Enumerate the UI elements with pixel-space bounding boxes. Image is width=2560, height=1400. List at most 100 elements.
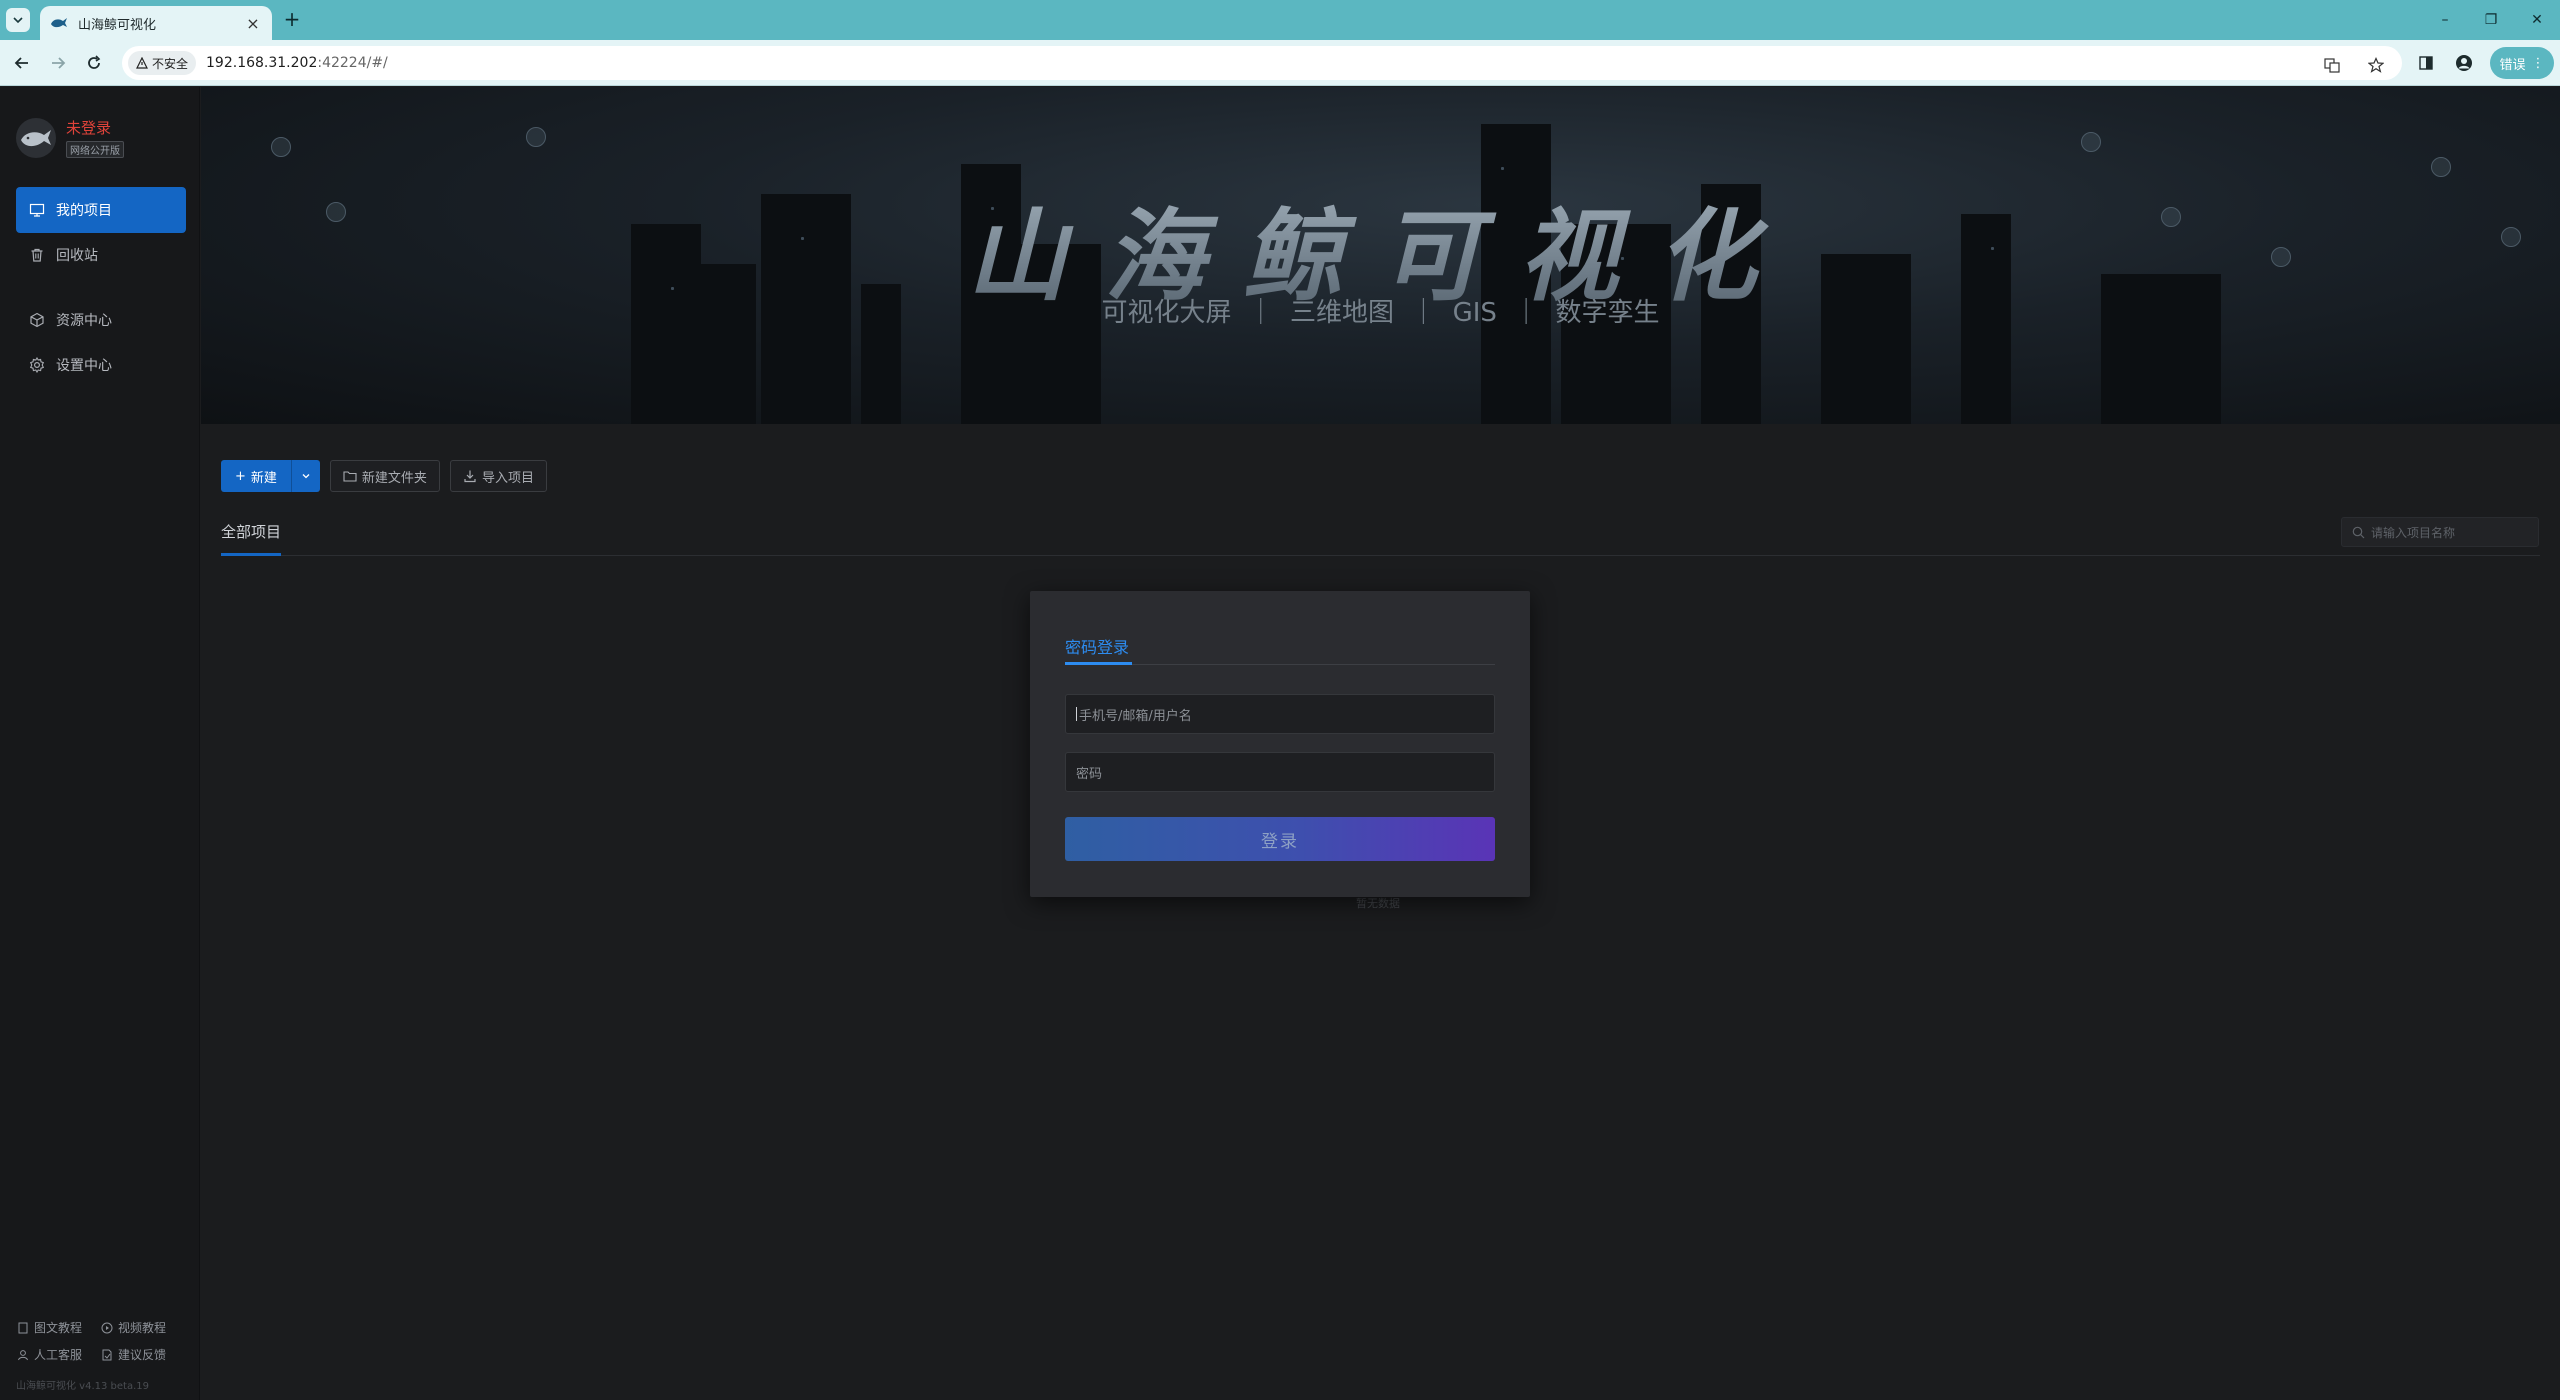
whale-avatar-icon — [21, 129, 51, 146]
trash-icon — [28, 246, 46, 264]
tab-active-underline — [221, 553, 281, 556]
network-node — [271, 137, 291, 157]
text-caret — [1076, 707, 1077, 721]
avatar[interactable] — [16, 117, 56, 158]
new-tab-button[interactable]: + — [280, 8, 304, 32]
version-text: 山海鲸可视化 v4.13 beta.19 — [16, 1381, 149, 1392]
reload-icon — [88, 55, 101, 69]
error-chip[interactable]: 错误 ⋮ — [2490, 47, 2554, 79]
city-light — [1501, 167, 1504, 170]
arrow-left-icon — [14, 57, 28, 69]
whale-favicon-icon — [50, 14, 68, 32]
tab-password-login[interactable]: 密码登录 — [1065, 634, 1129, 658]
network-node — [2081, 132, 2101, 152]
window-close-button[interactable]: ✕ — [2514, 0, 2560, 40]
side-panel-icon[interactable] — [2414, 51, 2438, 75]
search-placeholder: 请输入项目名称 — [2371, 525, 2456, 540]
sidebar-item-label: 我的项目 — [56, 203, 112, 219]
warning-icon — [136, 57, 148, 69]
monitor-icon — [28, 201, 46, 219]
new-folder-label: 新建文件夹 — [361, 470, 427, 486]
project-search-input[interactable]: 请输入项目名称 — [2341, 517, 2539, 547]
network-node — [2431, 157, 2451, 177]
chevron-down-icon — [13, 17, 23, 24]
cube-icon — [28, 311, 46, 329]
app-root: 未登录 网络公开版 我的项目 回收站 资源中心 设置中心 图文教程 视频教程 人… — [0, 87, 2560, 1400]
empty-state-text: 暂无数据 — [1356, 897, 1400, 910]
banner-subtitle: 可视化大屏 ｜ 三维地图 ｜ GIS ｜ 数字孪生 — [1101, 298, 1660, 328]
username-field[interactable]: 手机号/邮箱/用户名 — [1065, 694, 1495, 734]
url-text: 192.168.31.202:42224/#/ — [206, 55, 388, 71]
browser-tab-strip: 山海鲸可视化 × + – ❐ ✕ — [0, 0, 2560, 40]
footer-label: 图文教程 — [34, 1321, 83, 1335]
sidebar-item-label: 回收站 — [56, 248, 98, 264]
browser-tab-active[interactable]: 山海鲸可视化 × — [40, 6, 272, 40]
import-project-label: 导入项目 — [481, 470, 534, 486]
reload-button[interactable] — [82, 51, 106, 75]
new-button[interactable]: + 新建 — [221, 460, 292, 492]
user-name: 未登录 — [66, 119, 112, 137]
chevron-down-icon — [302, 474, 310, 479]
tab-title: 山海鲸可视化 — [78, 17, 157, 33]
password-placeholder: 密码 — [1076, 766, 1103, 782]
sidebar-item-settings-center[interactable]: 设置中心 — [16, 342, 186, 388]
window-restore-button[interactable]: ❐ — [2468, 0, 2514, 40]
forward-button[interactable] — [46, 51, 70, 75]
window-minimize-button[interactable]: – — [2422, 0, 2468, 40]
arrow-right-icon — [52, 57, 66, 69]
tab-all-projects[interactable]: 全部项目 — [221, 521, 281, 542]
network-node — [526, 127, 546, 147]
footer-label: 建议反馈 — [118, 1348, 167, 1362]
video-tutorial-link[interactable]: 视频教程 — [100, 1319, 166, 1336]
sidebar-item-resource-center[interactable]: 资源中心 — [16, 297, 186, 343]
banner: 山海鲸可视化 可视化大屏 ｜ 三维地图 ｜ GIS ｜ 数字孪生 — [201, 87, 2560, 424]
back-button[interactable] — [10, 51, 34, 75]
import-project-button[interactable]: 导入项目 — [449, 460, 547, 492]
gear-icon — [28, 356, 46, 374]
new-button-label: 新建 — [250, 470, 277, 486]
profile-icon[interactable] — [2452, 51, 2476, 75]
feedback-link[interactable]: 建议反馈 — [100, 1346, 166, 1363]
more-vert-icon: ⋮ — [2531, 55, 2545, 71]
login-tab-underline — [1065, 662, 1132, 665]
action-bar: + 新建 新建文件夹 导入项目 — [221, 460, 547, 492]
security-chip[interactable]: 不安全 — [128, 51, 197, 75]
new-button-group: + 新建 — [221, 460, 320, 492]
feedback-icon — [100, 1348, 114, 1362]
username-placeholder: 手机号/邮箱/用户名 — [1079, 708, 1192, 724]
security-label: 不安全 — [152, 56, 189, 71]
sidebar-item-label: 资源中心 — [56, 313, 112, 329]
browser-toolbar: 不安全 192.168.31.202:42224/#/ 错误 ⋮ — [0, 40, 2560, 86]
user-icon — [16, 1348, 30, 1362]
sidebar-item-recycle-bin[interactable]: 回收站 — [16, 232, 186, 278]
translate-icon[interactable] — [2320, 53, 2344, 77]
user-block[interactable]: 未登录 网络公开版 — [16, 117, 124, 158]
search-icon — [2352, 526, 2365, 538]
play-circle-icon — [100, 1321, 114, 1335]
tab-search-button[interactable] — [6, 8, 30, 32]
sidebar-item-my-projects[interactable]: 我的项目 — [16, 187, 186, 233]
plus-icon: + — [235, 468, 246, 484]
address-bar[interactable]: 不安全 192.168.31.202:42224/#/ — [122, 46, 2402, 80]
customer-service-link[interactable]: 人工客服 — [16, 1346, 82, 1363]
login-dialog: 密码登录 手机号/邮箱/用户名 密码 登录 — [1030, 591, 1530, 897]
tabs-divider — [221, 555, 2540, 556]
footer-label: 视频教程 — [118, 1321, 167, 1335]
document-icon — [16, 1321, 30, 1335]
new-folder-button[interactable]: 新建文件夹 — [329, 460, 440, 492]
login-button[interactable]: 登录 — [1065, 817, 1495, 861]
url-host: 192.168.31.202 — [206, 55, 318, 71]
new-dropdown-button[interactable] — [292, 460, 320, 492]
folder-icon — [343, 471, 357, 482]
tab-close-icon[interactable]: × — [244, 14, 262, 33]
error-label: 错误 — [2499, 57, 2526, 73]
edition-badge: 网络公开版 — [66, 141, 124, 158]
download-icon — [464, 470, 476, 483]
bookmark-star-icon[interactable] — [2364, 53, 2388, 77]
sidebar: 未登录 网络公开版 我的项目 回收站 资源中心 设置中心 图文教程 视频教程 人… — [0, 87, 200, 1400]
password-field[interactable]: 密码 — [1065, 752, 1495, 792]
tutorial-docs-link[interactable]: 图文教程 — [16, 1319, 82, 1336]
url-rest: :42224/#/ — [317, 55, 388, 71]
footer-label: 人工客服 — [34, 1348, 83, 1362]
sidebar-item-label: 设置中心 — [56, 358, 112, 374]
